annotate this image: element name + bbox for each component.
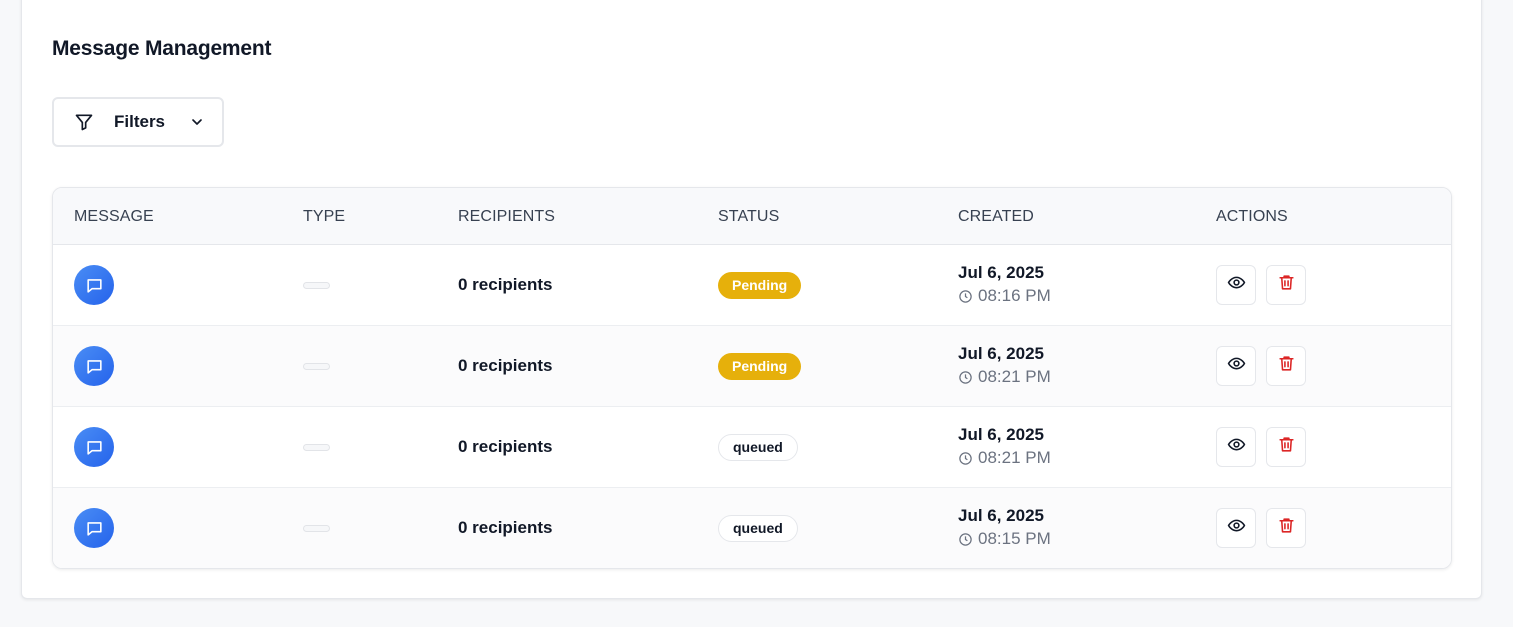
message-square-icon — [74, 508, 114, 548]
created-time: 08:16 PM — [978, 286, 1051, 305]
trash-icon — [1277, 354, 1296, 378]
recipients-count: 0 recipients — [458, 437, 553, 456]
filter-icon — [74, 112, 94, 132]
page-title: Message Management — [52, 37, 272, 60]
table-body: 0 recipients Pending Jul 6, 2025 08:16 P… — [53, 245, 1451, 568]
status-badge: Pending — [718, 352, 802, 380]
status-badge: queued — [718, 433, 798, 461]
table-header: MESSAGE TYPE RECIPIENTS STATUS CREATED A… — [53, 188, 1451, 245]
message-management-card: Message Management Filters MESSAGE TYPE … — [21, 0, 1482, 599]
message-square-icon — [74, 265, 114, 305]
trash-icon — [1277, 516, 1296, 540]
chevron-down-icon — [189, 114, 205, 130]
delete-button[interactable] — [1266, 508, 1306, 548]
created-time: 08:21 PM — [978, 448, 1051, 467]
eye-icon — [1227, 516, 1246, 540]
clock-icon — [958, 289, 973, 304]
trash-icon — [1277, 435, 1296, 459]
eye-icon — [1227, 273, 1246, 297]
table-row[interactable]: 0 recipients Pending Jul 6, 2025 08:21 P… — [53, 326, 1451, 407]
eye-icon — [1227, 435, 1246, 459]
created-date: Jul 6, 2025 — [958, 425, 1045, 444]
recipients-count: 0 recipients — [458, 275, 553, 294]
type-badge — [303, 443, 330, 451]
column-header-message[interactable]: MESSAGE — [74, 188, 154, 245]
message-square-icon — [74, 427, 114, 467]
status-badge: queued — [718, 514, 798, 542]
filters-label: Filters — [114, 112, 166, 131]
view-button[interactable] — [1216, 265, 1256, 305]
eye-icon — [1227, 354, 1246, 378]
column-header-actions: ACTIONS — [1216, 207, 1288, 225]
delete-button[interactable] — [1266, 427, 1306, 467]
column-header-status[interactable]: STATUS — [718, 188, 779, 245]
column-header-created: CREATED — [958, 207, 1034, 225]
type-badge — [303, 362, 330, 370]
view-button[interactable] — [1216, 508, 1256, 548]
created-date: Jul 6, 2025 — [958, 263, 1045, 282]
column-header-type[interactable]: TYPE — [303, 188, 345, 245]
clock-icon — [958, 532, 973, 547]
delete-button[interactable] — [1266, 346, 1306, 386]
view-button[interactable] — [1216, 346, 1256, 386]
trash-icon — [1277, 273, 1296, 297]
message-square-icon — [74, 346, 114, 386]
created-time: 08:15 PM — [978, 529, 1051, 548]
table-row[interactable]: 0 recipients Pending Jul 6, 2025 08:16 P… — [53, 245, 1451, 326]
view-button[interactable] — [1216, 427, 1256, 467]
filters-button[interactable]: Filters — [52, 97, 224, 147]
table-row[interactable]: 0 recipients queued Jul 6, 2025 08:21 PM — [53, 407, 1451, 488]
created-date: Jul 6, 2025 — [958, 506, 1045, 525]
type-badge — [303, 524, 330, 532]
clock-icon — [958, 370, 973, 385]
type-badge — [303, 281, 330, 289]
messages-table: MESSAGE TYPE RECIPIENTS STATUS CREATED A… — [52, 187, 1452, 569]
status-badge: Pending — [718, 271, 802, 299]
clock-icon — [958, 451, 973, 466]
table-row[interactable]: 0 recipients queued Jul 6, 2025 08:15 PM — [53, 488, 1451, 568]
column-header-recipients[interactable]: RECIPIENTS — [458, 188, 555, 245]
recipients-count: 0 recipients — [458, 518, 553, 537]
recipients-count: 0 recipients — [458, 356, 553, 375]
delete-button[interactable] — [1266, 265, 1306, 305]
created-date: Jul 6, 2025 — [958, 344, 1045, 363]
created-time: 08:21 PM — [978, 367, 1051, 386]
